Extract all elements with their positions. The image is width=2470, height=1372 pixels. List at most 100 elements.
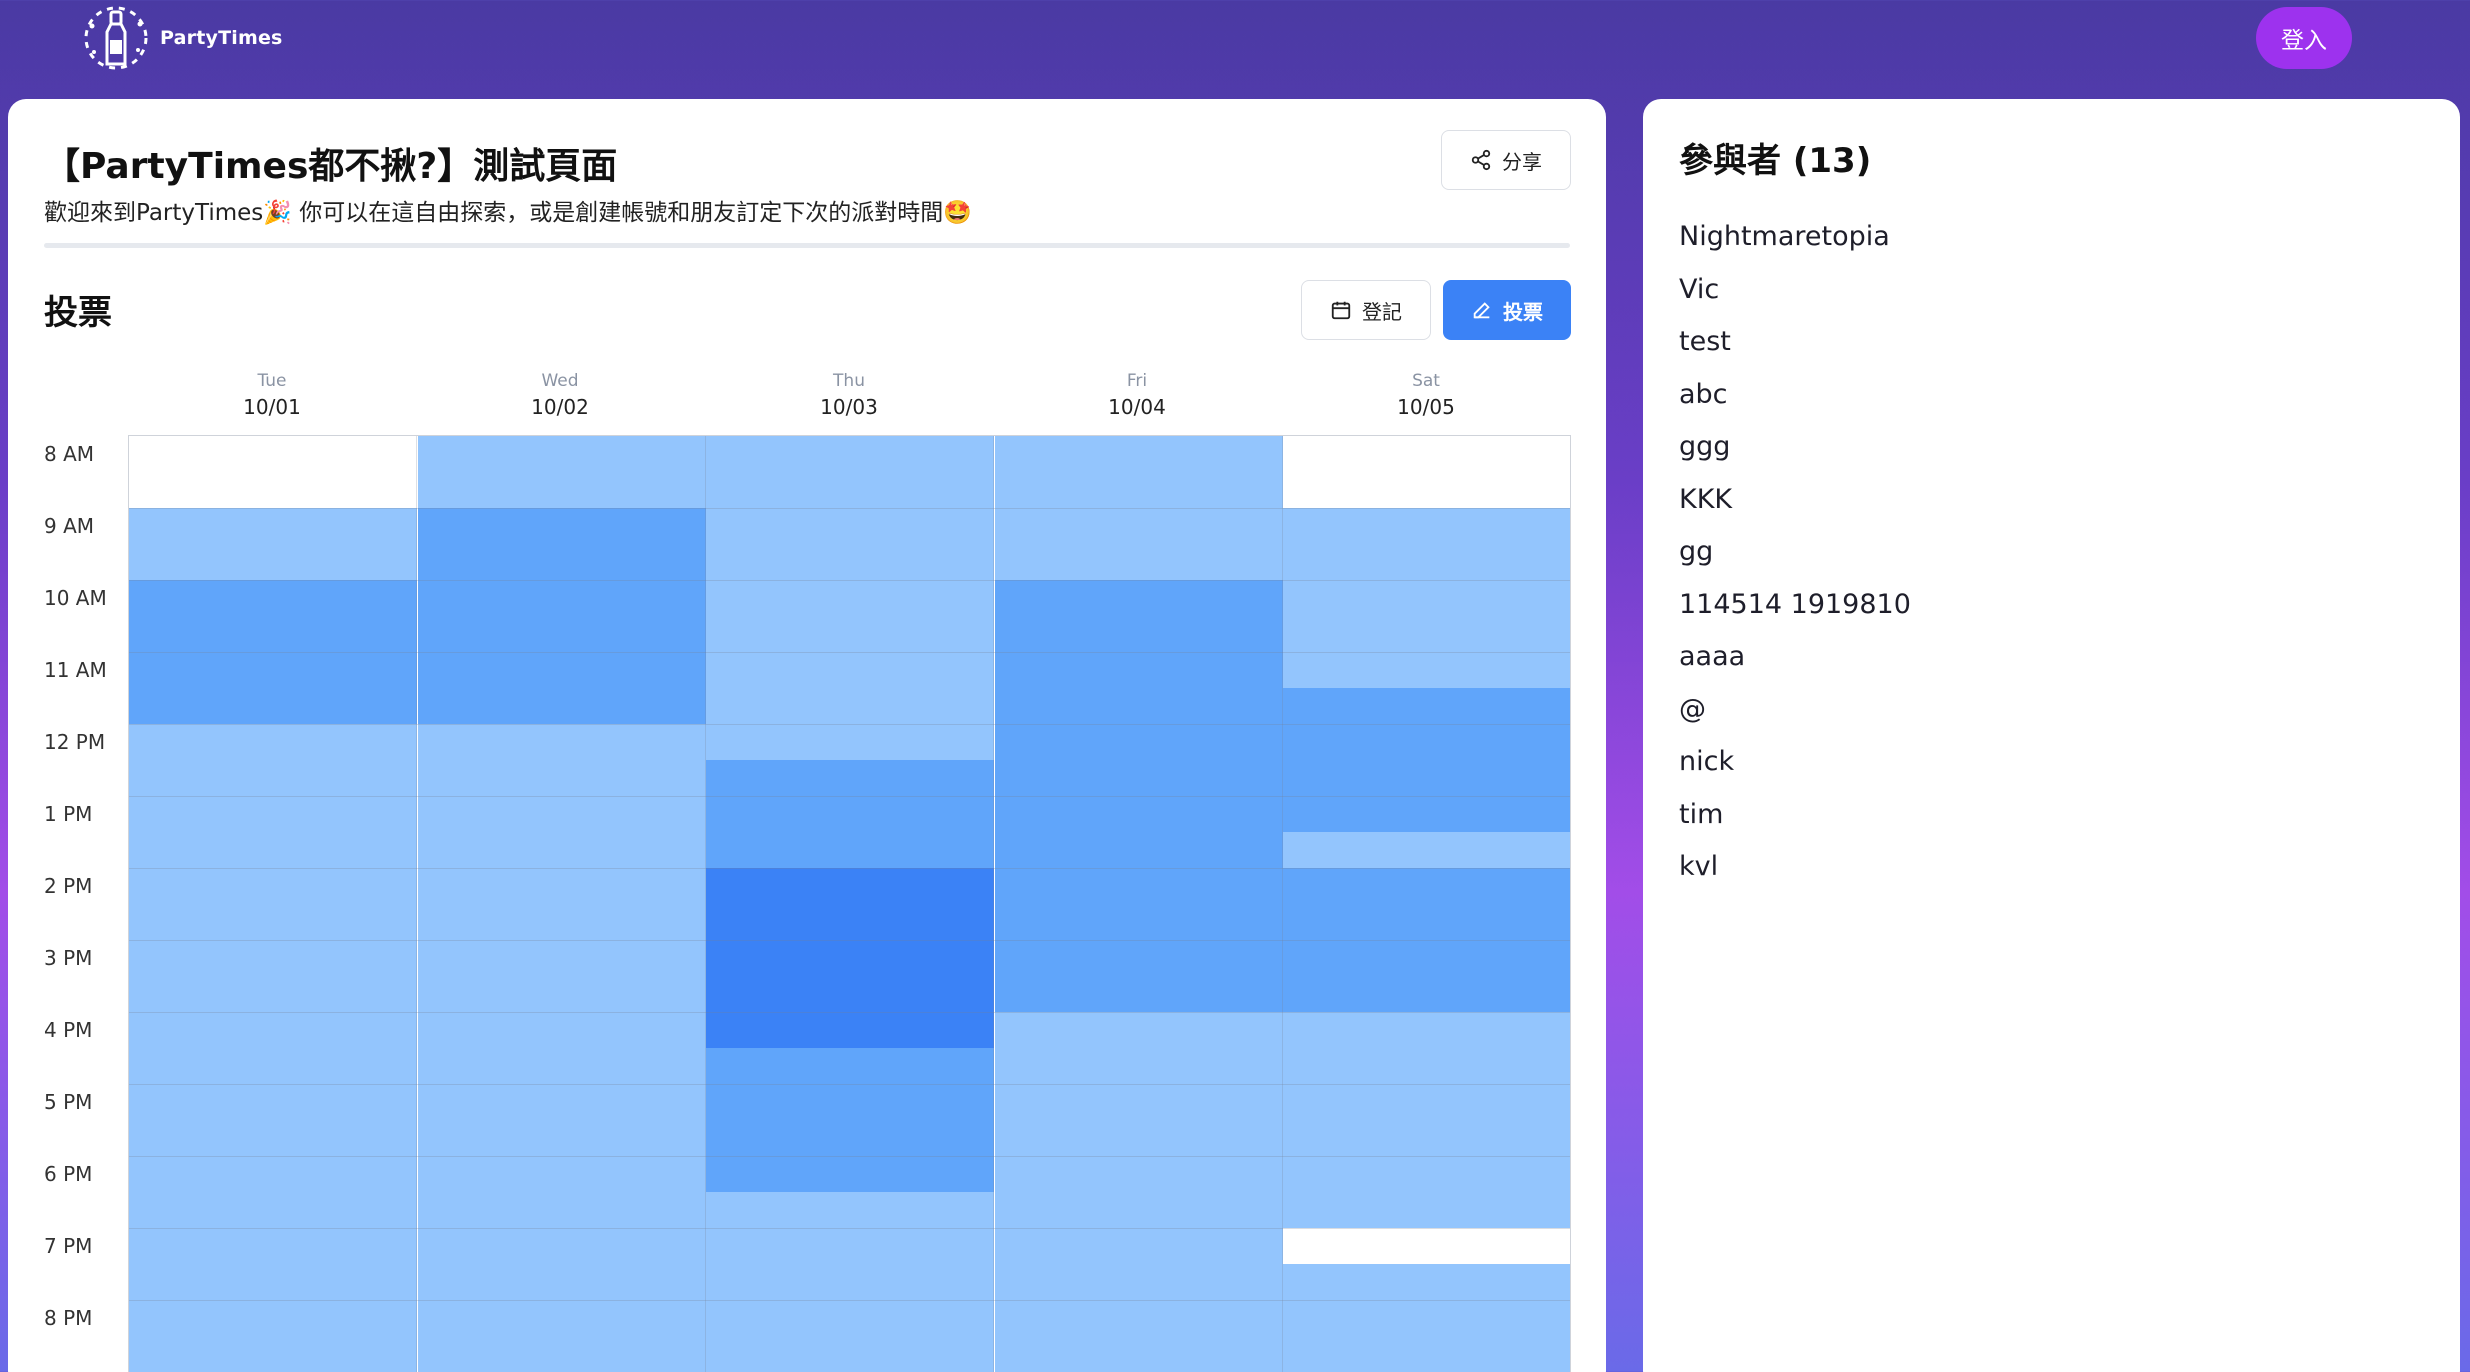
availability-heatmap-grid[interactable] [128,435,1571,1372]
event-description: 歡迎來到PartyTimes🎉 你可以在這自由探索，或是創建帳號和朋友訂定下次的… [44,200,972,226]
availability-cell[interactable] [417,436,706,508]
time-label: 11 AM [44,658,107,682]
day-column[interactable] [706,436,995,1372]
availability-cell[interactable] [1283,1012,1570,1228]
day-of-week-label: Thu [833,371,865,391]
participant-name: 114514 1919810 [1679,588,1911,620]
participant-name: kvl [1679,851,1719,882]
participant-name: ggg [1679,431,1731,462]
day-of-week-label: Sat [1412,371,1440,391]
day-date-label: 10/02 [531,395,589,419]
availability-cell[interactable] [1283,508,1570,688]
hour-gridline [129,1156,1570,1157]
availability-cell[interactable] [1283,832,1570,868]
availability-cell[interactable] [417,724,706,1372]
hour-gridline [129,652,1570,653]
availability-cell[interactable] [129,508,417,580]
share-button[interactable]: 分享 [1441,130,1571,190]
availability-cell[interactable] [706,1048,995,1192]
participant-name: gg [1679,536,1714,567]
time-label: 10 AM [44,586,107,610]
participant-name: test [1679,326,1731,357]
share-button-label: 分享 [1502,149,1542,174]
participant-name: Nightmaretopia [1679,221,1890,252]
day-column[interactable] [129,436,417,1372]
availability-cell[interactable] [1283,688,1570,832]
hour-gridline [129,508,1570,509]
time-label: 7 PM [44,1234,93,1258]
hour-gridline [129,1228,1570,1229]
logo-text: PartyTimes [160,27,283,49]
day-column[interactable] [994,436,1283,1372]
day-header-tue: Tue 10/01 [128,371,416,419]
hour-gridline [129,868,1570,869]
participant-name: Vic [1679,273,1720,305]
time-label: 12 PM [44,730,106,754]
participant-name: nick [1679,746,1735,777]
day-header-wed: Wed 10/02 [416,371,704,419]
partytimes-logo[interactable]: PartyTimes [76,6,283,70]
day-date-label: 10/03 [820,395,878,419]
day-column[interactable] [1283,436,1570,1372]
event-title: 【PartyTimes都不揪?】測試頁面 [44,146,618,187]
time-label: 2 PM [44,874,93,898]
hour-gridline [129,1012,1570,1013]
vote-button-label: 投票 [1503,299,1543,324]
participant-name: tim [1679,798,1724,830]
event-main-panel: 【PartyTimes都不揪?】測試頁面 歡迎來到PartyTimes🎉 你可以… [8,99,1606,1372]
availability-cell[interactable] [706,760,995,868]
calendar-icon [1331,301,1351,320]
participants-list: Nightmaretopia Vic test abc ggg KKK gg 1… [1679,211,1911,894]
day-of-week-label: Wed [541,371,579,391]
day-header-sat: Sat 10/05 [1282,371,1570,419]
day-column[interactable] [417,436,706,1372]
time-label: 3 PM [44,946,93,970]
participants-panel: 參與者 (13) Nightmaretopia Vic test abc ggg… [1643,99,2460,1372]
participant-name: aaaa [1679,641,1746,672]
availability-cell[interactable] [706,436,995,760]
header-divider [44,243,1570,248]
hour-gridline [129,724,1570,725]
availability-cell[interactable] [1283,1228,1570,1264]
availability-cell[interactable] [129,724,417,1372]
availability-cell[interactable] [706,1192,995,1372]
availability-cell[interactable] [1283,436,1570,508]
participants-title: 參與者 (13) [1679,141,1872,181]
vote-button[interactable]: 投票 [1443,280,1571,340]
availability-cell[interactable] [417,508,706,724]
day-header-fri: Fri 10/04 [993,371,1281,419]
hour-gridline [129,796,1570,797]
time-label: 4 PM [44,1018,93,1042]
day-date-label: 10/01 [243,395,301,419]
register-button-label: 登記 [1362,299,1402,324]
availability-cell[interactable] [129,436,417,508]
share-icon [1471,149,1491,171]
time-label: 9 AM [44,514,95,538]
register-button[interactable]: 登記 [1301,280,1431,340]
day-date-label: 10/04 [1108,395,1166,419]
time-label: 1 PM [44,802,93,826]
participant-name: abc [1679,378,1728,410]
hour-gridline [129,1084,1570,1085]
time-label: 8 AM [44,442,95,466]
time-label: 8 PM [44,1306,93,1330]
day-of-week-label: Fri [1126,371,1148,391]
hour-gridline [129,940,1570,941]
top-navigation-bar: PartyTimes 登入 [0,0,2470,98]
availability-cell[interactable] [994,1012,1283,1372]
day-date-label: 10/05 [1397,395,1455,419]
pencil-icon [1473,302,1490,319]
availability-cell[interactable] [706,868,995,1048]
day-header-thu: Thu 10/03 [705,371,993,419]
champagne-bottle-icon [84,6,148,70]
time-label: 6 PM [44,1162,93,1186]
hour-gridline [129,1300,1570,1301]
vote-section-title: 投票 [44,293,112,333]
hour-gridline [129,580,1570,581]
availability-cell[interactable] [1283,1264,1570,1372]
participant-name: KKK [1679,483,1733,515]
participant-name: @ [1679,693,1706,725]
login-button[interactable]: 登入 [2256,7,2352,69]
time-label: 5 PM [44,1090,93,1114]
day-of-week-label: Tue [257,371,287,391]
